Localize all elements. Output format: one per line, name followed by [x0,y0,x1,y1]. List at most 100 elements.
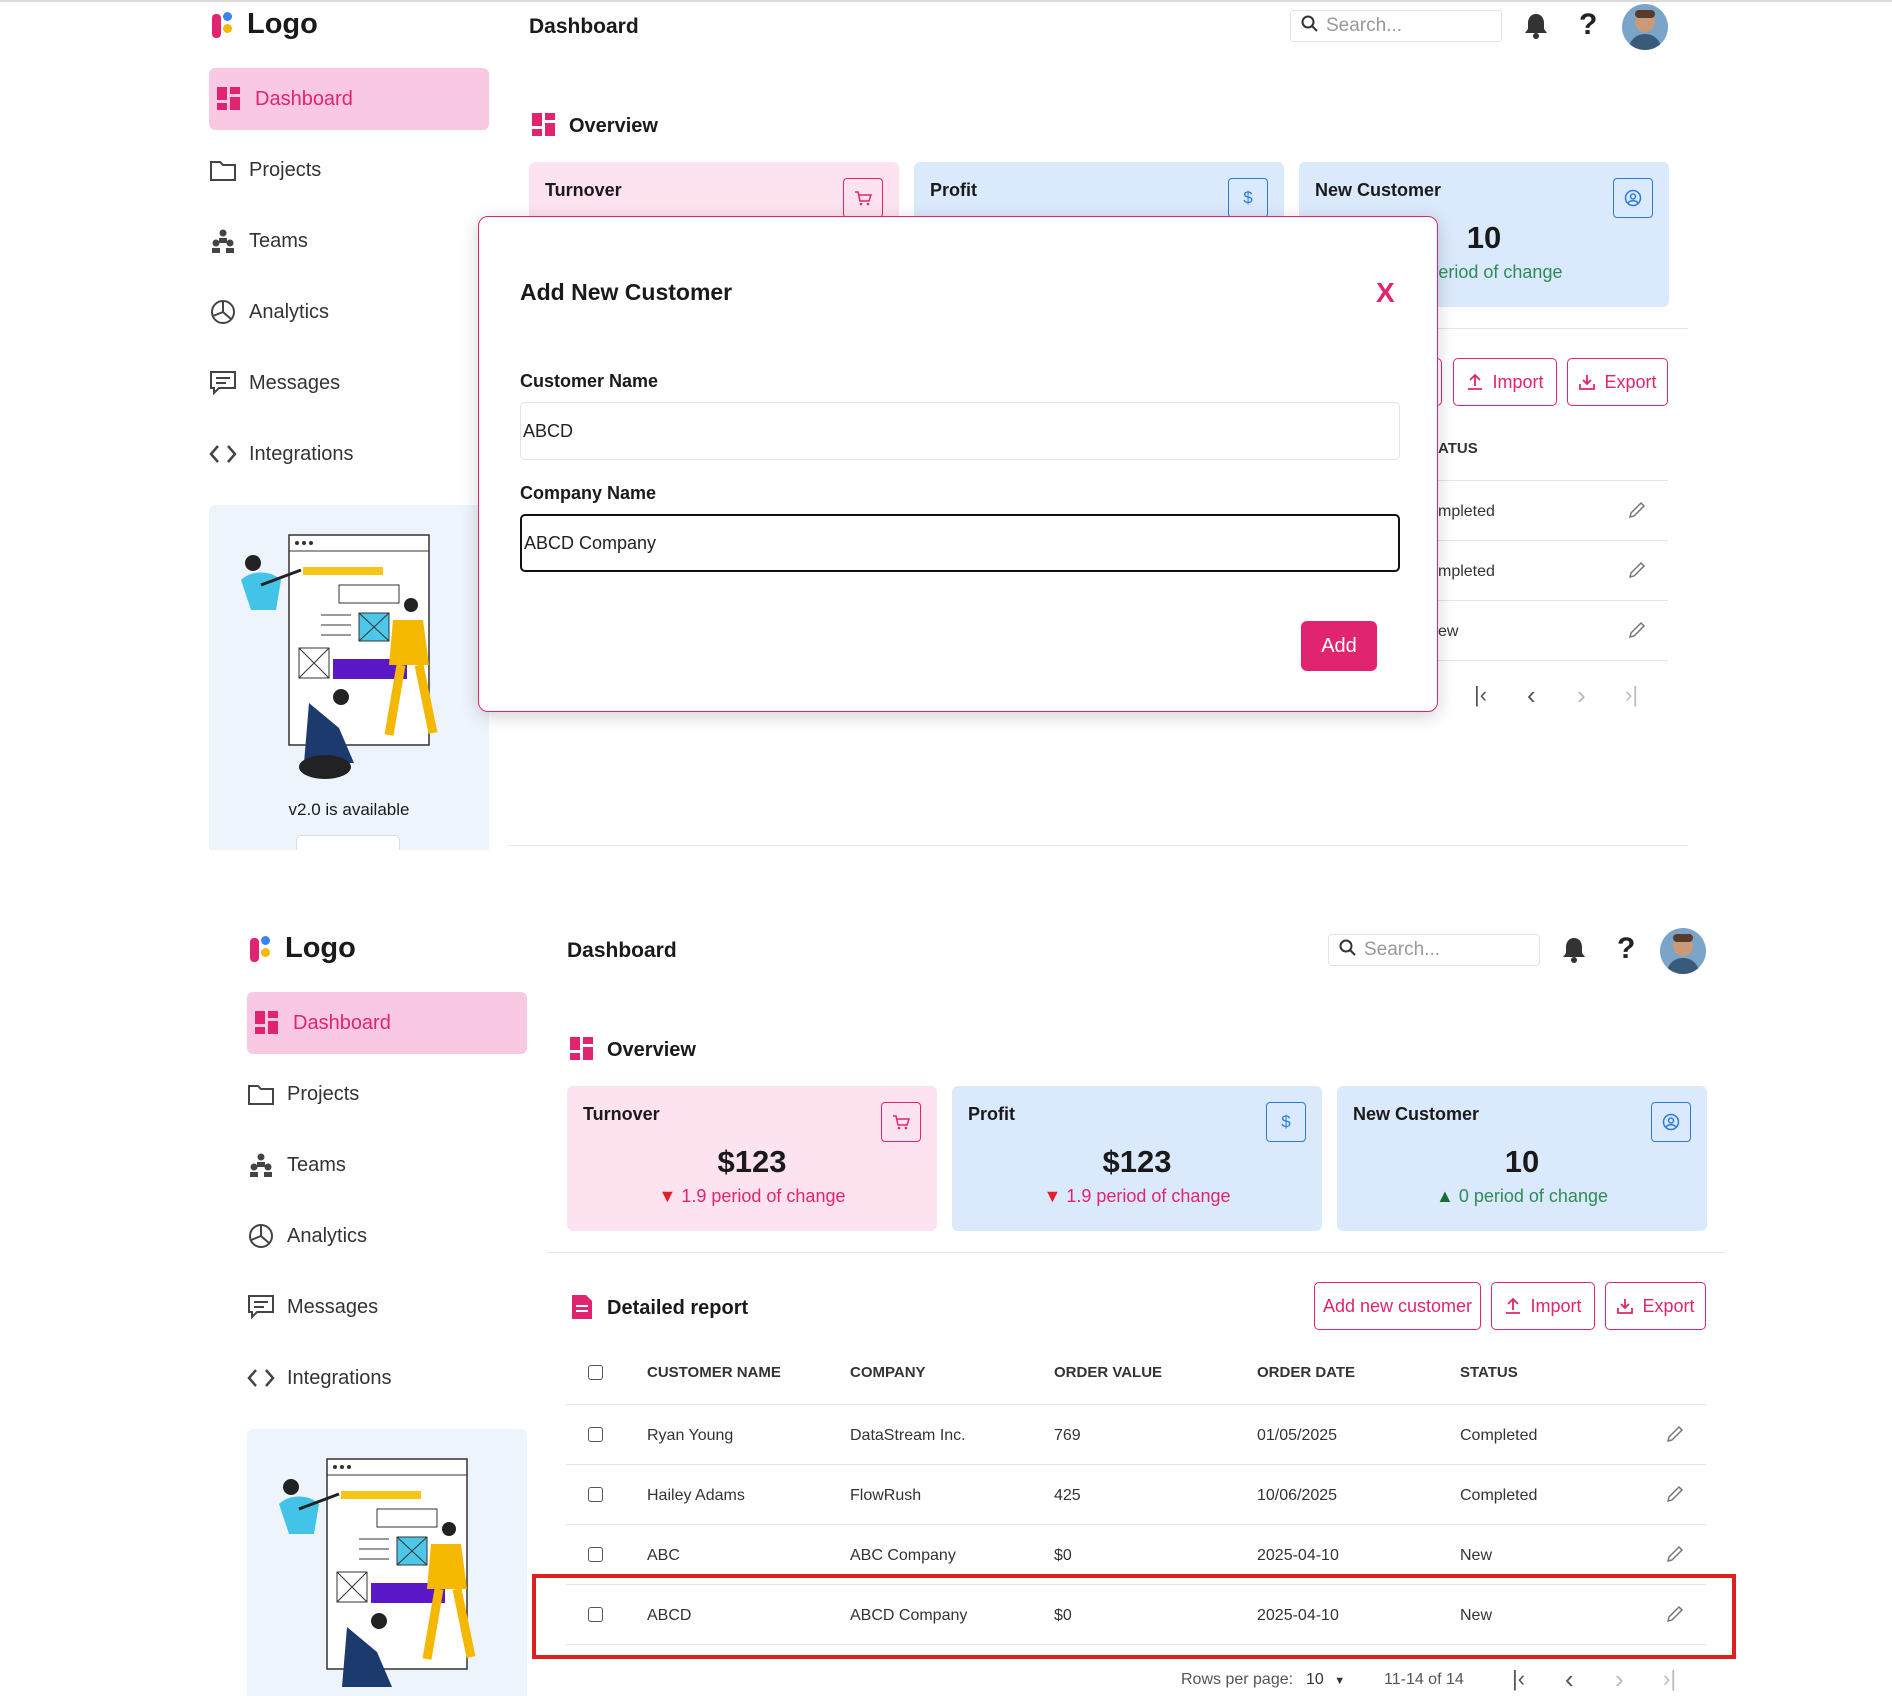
cell-company: DataStream Inc. [850,1427,966,1444]
row-checkbox[interactable] [588,1427,603,1442]
rows-per-page-select[interactable]: 10 ▼ [1306,1671,1345,1689]
col-order-value[interactable]: ORDER VALUE [1054,1364,1162,1381]
sidebar-item-messages[interactable]: Messages [209,352,489,414]
search-icon [1339,939,1356,962]
cart-icon[interactable] [843,178,883,218]
edit-icon[interactable] [1665,1484,1685,1509]
first-page-icon[interactable]: |‹ [1512,1666,1525,1692]
sidebar-item-teams[interactable]: Teams [209,210,489,272]
import-button[interactable]: Import [1453,358,1557,406]
sidebar-item-analytics[interactable]: Analytics [209,281,489,343]
report-icon [571,1294,593,1325]
sidebar-item-projects[interactable]: Projects [247,1063,527,1125]
pie-chart-icon [209,298,237,326]
folder-icon [247,1080,275,1108]
edit-icon[interactable] [1627,560,1647,585]
download-icon [1617,1299,1634,1314]
export-button[interactable]: Export [1567,358,1668,406]
page-title: Dashboard [567,939,677,962]
sidebar-item-messages[interactable]: Messages [247,1276,527,1338]
bell-icon[interactable] [1561,936,1587,969]
customer-name-label: Customer Name [520,371,659,391]
cell-status: New [1460,1547,1493,1564]
row-checkbox[interactable] [588,1547,603,1562]
prev-page-icon[interactable]: ‹ [1565,1664,1574,1695]
next-page-icon[interactable]: › [1615,1664,1624,1695]
status-header: ATUS [1438,440,1478,457]
sidebar-item-dashboard[interactable]: Dashboard [247,992,527,1054]
select-all-checkbox[interactable] [588,1365,603,1380]
col-order-date[interactable]: ORDER DATE [1257,1364,1355,1381]
avatar[interactable] [1660,928,1706,974]
promo-card [247,1429,527,1696]
row-divider [1430,540,1668,541]
sidebar-item-label: Dashboard [293,1011,391,1034]
try-now-button[interactable]: Try now [296,835,400,850]
row-checkbox[interactable] [588,1487,603,1502]
import-button[interactable]: Import [1491,1282,1595,1330]
first-page-icon[interactable]: |‹ [1474,682,1487,708]
sidebar-item-teams[interactable]: Teams [247,1134,527,1196]
last-page-icon[interactable]: ›| [1663,1666,1676,1692]
sidebar-item-integrations[interactable]: Integrations [209,423,489,485]
card-delta: ▼ 1.9 period of change [1043,1186,1231,1206]
last-page-icon[interactable]: ›| [1625,682,1638,708]
prev-page-icon[interactable]: ‹ [1527,680,1536,711]
help-icon[interactable]: ? [1617,932,1635,966]
page-range: 11-14 of 14 [1384,1671,1464,1688]
col-customer-name[interactable]: CUSTOMER NAME [647,1364,781,1381]
sidebar-item-integrations[interactable]: Integrations [247,1347,527,1409]
row-divider [566,1524,1706,1525]
search-placeholder: Search... [1364,939,1441,960]
col-company[interactable]: COMPANY [850,1364,926,1381]
dollar-icon[interactable]: $ [1266,1102,1306,1142]
edit-icon[interactable] [1665,1424,1685,1449]
user-circle-icon[interactable] [1613,178,1653,218]
edit-icon[interactable] [1665,1544,1685,1569]
search-input[interactable]: Search... [1328,934,1540,966]
col-status[interactable]: STATUS [1460,1364,1518,1381]
close-icon[interactable]: X [1376,277,1395,309]
import-label: Import [1492,371,1544,392]
message-icon [209,369,237,397]
add-new-customer-button[interactable]: Add new customer [1314,1282,1481,1330]
dollar-icon[interactable]: $ [1228,178,1268,218]
cell-order-date: 01/05/2025 [1257,1427,1338,1444]
add-customer-modal: Add New Customer X Customer Name ABCD Co… [478,216,1438,712]
download-icon [1579,375,1596,390]
export-button[interactable]: Export [1605,1282,1706,1330]
sidebar-item-dashboard[interactable]: Dashboard [209,68,489,130]
card-value: $123 [1102,1144,1172,1179]
cell-status: Completed [1460,1427,1538,1444]
search-input[interactable]: Search... [1290,10,1502,42]
cell-company: FlowRush [850,1487,922,1504]
cell-order-date: 2025-04-10 [1257,1547,1339,1564]
profit-card: Profit $ $123 ▼ 1.9 period of change [952,1086,1322,1231]
promo-text: v2.0 is available [288,800,410,819]
row-divider [1430,600,1668,601]
sidebar-item-projects[interactable]: Projects [209,139,489,201]
avatar[interactable] [1622,4,1668,50]
help-icon[interactable]: ? [1579,8,1597,42]
dashboard-icon [253,1009,281,1037]
customer-name-field[interactable]: ABCD [520,402,1400,460]
sidebar-item-label: Integrations [287,1366,392,1389]
company-name-field[interactable]: ABCD Company [520,514,1400,572]
highlight-box [532,1574,1736,1659]
cart-icon[interactable] [881,1102,921,1142]
sidebar-item-label: Dashboard [255,87,353,110]
edit-icon[interactable] [1627,620,1647,645]
card-delta: ▼ 1.9 period of change [658,1186,846,1206]
next-page-icon[interactable]: › [1577,680,1586,711]
teams-icon [209,227,237,255]
bell-icon[interactable] [1523,12,1549,45]
overview-icon [570,1037,594,1066]
edit-icon[interactable] [1627,500,1647,525]
divider [546,1252,1726,1253]
sidebar-item-label: Analytics [249,300,330,323]
promo-card: v2.0 is available Try now [209,505,489,850]
sidebar-item-label: Integrations [249,442,354,465]
sidebar-item-analytics[interactable]: Analytics [247,1205,527,1267]
add-button[interactable]: Add [1301,621,1377,671]
user-circle-icon[interactable] [1651,1102,1691,1142]
